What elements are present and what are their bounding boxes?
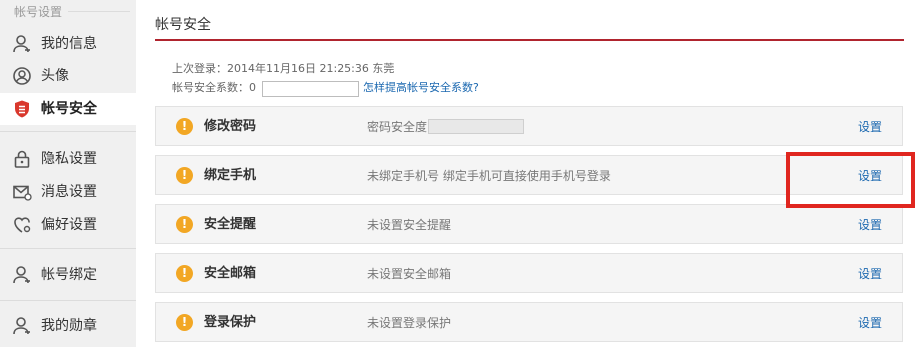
sidebar-item-preferences[interactable]: 偏好设置 <box>0 209 136 241</box>
sidebar-item-label: 帐号安全 <box>41 101 97 117</box>
sidebar-item-label: 头像 <box>41 68 69 84</box>
page-title: 帐号安全 <box>155 17 211 33</box>
password-strength-bar <box>428 119 524 134</box>
last-login-info: 上次登录：2014年11月16日 21:25:36 东莞 <box>172 61 394 77</box>
security-row-security-email: ! 安全邮箱 未设置安全邮箱 设置 <box>155 253 903 293</box>
sidebar-title: 帐号设置 <box>14 3 69 20</box>
set-button[interactable]: 设置 <box>858 217 882 233</box>
avatar-icon <box>13 67 31 85</box>
row-title: 修改密码 <box>204 119 257 134</box>
set-button[interactable]: 设置 <box>858 315 882 331</box>
sidebar-item-privacy[interactable]: 隐私设置 <box>0 143 136 175</box>
last-login-value: 2014年11月16日 21:25:36 东莞 <box>227 62 395 75</box>
security-row-change-password: ! 修改密码 密码安全度 设置 <box>155 106 903 146</box>
last-login-label: 上次登录： <box>172 62 227 75</box>
sidebar-item-label: 消息设置 <box>41 184 97 200</box>
warning-icon: ! <box>176 118 193 135</box>
sidebar-item-label: 我的勋章 <box>41 318 97 334</box>
sidebar-title-divider <box>66 11 130 12</box>
heart-gear-icon <box>14 217 31 233</box>
user-icon <box>13 35 30 53</box>
warning-icon: ! <box>176 265 193 282</box>
row-description: 未设置安全提醒 <box>367 218 452 232</box>
security-row-security-alert: ! 安全提醒 未设置安全提醒 设置 <box>155 204 903 244</box>
title-divider <box>155 39 904 41</box>
sidebar-item-account-security[interactable]: 帐号安全 <box>0 93 136 125</box>
security-score-bar <box>262 81 359 97</box>
sidebar-item-label: 帐号绑定 <box>41 267 97 283</box>
set-button[interactable]: 设置 <box>858 266 882 282</box>
sidebar-item-message-settings[interactable]: 消息设置 <box>0 176 136 208</box>
security-score-info: 帐号安全系数：0 <box>172 80 256 96</box>
row-description: 未绑定手机号 绑定手机可直接使用手机号登录 <box>367 169 611 183</box>
medal-user-icon <box>13 317 30 335</box>
mail-icon <box>13 185 32 201</box>
sidebar-item-my-medals[interactable]: 我的勋章 <box>0 310 136 342</box>
sidebar-item-label: 隐私设置 <box>41 151 97 167</box>
row-title: 安全邮箱 <box>204 266 257 281</box>
sidebar-divider <box>0 131 136 132</box>
security-score-value: 0 <box>249 81 256 94</box>
row-title: 安全提醒 <box>204 217 257 232</box>
sidebar: 帐号设置 我的信息 头像 帐号安全 隐私设置 消息设置 偏好设置 帐号绑定 我的… <box>0 0 136 347</box>
highlight-box <box>786 152 915 208</box>
sidebar-item-account-binding[interactable]: 帐号绑定 <box>0 259 136 291</box>
warning-icon: ! <box>176 314 193 331</box>
row-title: 登录保护 <box>204 315 257 330</box>
warning-icon: ! <box>176 167 193 184</box>
set-button[interactable]: 设置 <box>858 119 882 135</box>
sidebar-item-label: 我的信息 <box>41 36 97 52</box>
sidebar-divider <box>0 248 136 249</box>
sidebar-divider <box>0 300 136 301</box>
lock-icon <box>14 150 30 168</box>
security-score-label: 帐号安全系数： <box>172 81 249 94</box>
row-description: 未设置安全邮箱 <box>367 267 452 281</box>
row-description: 密码安全度 <box>367 120 428 134</box>
sidebar-item-label: 偏好设置 <box>41 217 97 233</box>
shield-icon <box>15 100 29 118</box>
warning-icon: ! <box>176 216 193 233</box>
row-title: 绑定手机 <box>204 168 257 183</box>
row-description: 未设置登录保护 <box>367 316 452 330</box>
security-row-login-protection: ! 登录保护 未设置登录保护 设置 <box>155 302 903 342</box>
user-bind-icon <box>13 266 30 284</box>
sidebar-item-my-info[interactable]: 我的信息 <box>0 28 136 60</box>
sidebar-item-avatar[interactable]: 头像 <box>0 60 136 92</box>
improve-security-link[interactable]: 怎样提高帐号安全系数? <box>363 80 479 96</box>
